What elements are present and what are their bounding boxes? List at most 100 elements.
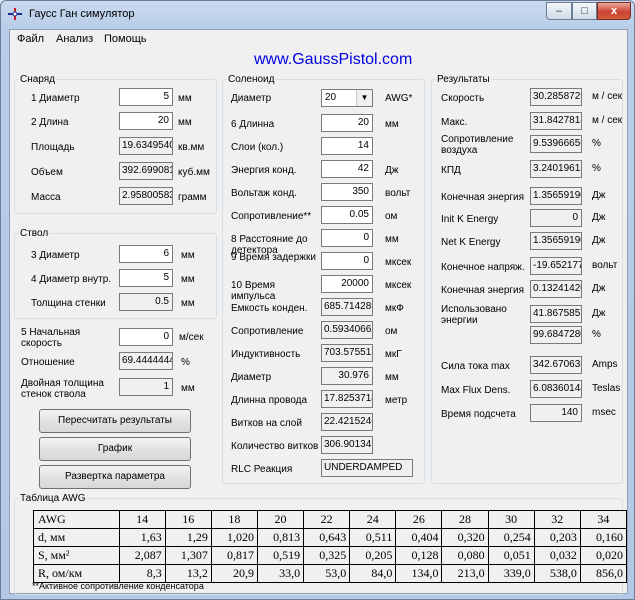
result-value: 31.8427818 <box>530 112 582 130</box>
projectile-area-value: 19.6349540 <box>119 137 173 155</box>
awg-cell: 0,519 <box>256 546 305 565</box>
solenoid-value: 703.575513 <box>321 344 373 362</box>
solenoid-label: Вольтаж конд. <box>231 188 297 199</box>
solenoid-input[interactable]: 0 <box>321 229 373 247</box>
unit-label: вольт <box>385 188 411 199</box>
close-button[interactable]: x <box>597 2 631 20</box>
barrel-label: 4 Диаметр внутр. <box>31 274 112 285</box>
solenoid-input[interactable]: 0.05 <box>321 206 373 224</box>
solenoid-value: UNDERDAMPED <box>321 459 413 477</box>
unit-label: msec <box>592 407 616 418</box>
awg-cell: 20,9 <box>210 564 258 583</box>
solenoid-input[interactable]: 0 <box>321 252 373 270</box>
solenoid-label: Витков на слой <box>231 418 302 429</box>
solenoid-value: 30.976 <box>321 367 373 385</box>
solenoid-value: 685.714285 <box>321 298 373 316</box>
window-title: Гаусс Ган симулятор <box>29 8 135 20</box>
unit-label: мм <box>178 117 192 128</box>
awg-cell: 0,020 <box>579 546 628 565</box>
result-value: 0.13241420 <box>530 280 582 298</box>
unit-label: Дж <box>592 283 606 294</box>
menu-file[interactable]: Файл <box>17 33 44 45</box>
result-label: Max Flux Dens. <box>441 385 511 396</box>
result-value: -19.652177 <box>530 257 582 275</box>
awg-select[interactable]: 20 ▼ <box>321 89 373 107</box>
unit-label: мм <box>178 93 192 104</box>
solenoid-value: 22.4215246 <box>321 413 373 431</box>
ratio-label: Отношение <box>21 357 75 368</box>
solenoid-input[interactable]: 14 <box>321 137 373 155</box>
projectile-length-input[interactable]: 20 <box>119 112 173 130</box>
unit-label: мксек <box>385 280 412 291</box>
sweep-parameter-button[interactable]: Развертка параметра <box>39 465 191 489</box>
unit-label: м/сек <box>179 332 204 343</box>
unit-label: Дж <box>592 190 606 201</box>
awg-cell: 16 <box>164 510 212 529</box>
solenoid-label: Слои (кол.) <box>231 142 284 153</box>
awg-cell: 0,404 <box>395 528 443 547</box>
unit-label: мксек <box>385 257 412 268</box>
result-label: Использовано энергии <box>441 304 507 326</box>
projectile-diameter-input[interactable]: 5 <box>119 88 173 106</box>
solenoid-label: Сопротивление <box>231 326 304 337</box>
unit-label: ом <box>385 326 398 337</box>
projectile-legend: Снаряд <box>20 74 56 85</box>
menu-analysis[interactable]: Анализ <box>56 33 93 45</box>
solenoid-input[interactable]: 20 <box>321 114 373 132</box>
awg-cell: 0,325 <box>303 546 351 565</box>
unit-label: кв.мм <box>178 142 205 153</box>
maximize-button[interactable]: □ <box>572 2 597 20</box>
result-value: 140 <box>530 404 582 422</box>
result-value: 99.6847280 <box>530 326 582 344</box>
awg-cell: 0,254 <box>487 528 535 547</box>
awg-select-value: 20 <box>325 92 337 103</box>
awg-row-header: S, мм² <box>33 546 120 565</box>
solenoid-legend: Соленоид <box>228 74 275 85</box>
awg-cell: 26 <box>395 510 443 529</box>
solenoid-input[interactable]: 42 <box>321 160 373 178</box>
projectile-label: Площадь <box>31 142 75 153</box>
awg-cell: 84,0 <box>349 564 397 583</box>
projectile-label: Масса <box>31 192 61 203</box>
unit-label: Дж <box>592 308 606 319</box>
unit-label: куб.мм <box>178 167 210 178</box>
unit-label: Дж <box>385 165 399 176</box>
unit-label: AWG* <box>385 93 413 104</box>
footnote: **Активное сопротивление конденсатора <box>32 581 204 591</box>
results-legend: Результаты <box>437 74 490 85</box>
barrel-diameter-input[interactable]: 6 <box>119 245 173 263</box>
menu-help[interactable]: Помощь <box>104 33 147 45</box>
awg-cell: 2,087 <box>118 546 166 565</box>
initial-speed-input[interactable]: 0 <box>119 328 173 346</box>
unit-label: мм <box>181 383 195 394</box>
graph-button[interactable]: График <box>39 437 191 461</box>
awg-cell: 53,0 <box>303 564 351 583</box>
result-label: Конечное напряж. <box>441 262 525 273</box>
awg-cell: 14 <box>118 510 166 529</box>
title-bar[interactable]: Гаусс Ган симулятор – □ x <box>1 1 634 29</box>
barrel-inner-diameter-input[interactable]: 5 <box>119 269 173 287</box>
awg-cell: 32 <box>533 510 581 529</box>
awg-cell: 134,0 <box>395 564 443 583</box>
result-label: Конечная энергия <box>441 192 525 203</box>
minimize-button[interactable]: – <box>546 2 572 20</box>
awg-cell: 538,0 <box>533 564 581 583</box>
solenoid-label: RLC Реакция <box>231 464 293 475</box>
unit-label: метр <box>385 395 408 406</box>
awg-cell: 22 <box>303 510 351 529</box>
website-link[interactable]: www.GaussPistol.com <box>254 51 412 69</box>
recalculate-button[interactable]: Пересчитать результаты <box>39 409 191 433</box>
initial-speed-label: 5 Начальная скорость <box>21 327 81 349</box>
result-label: Скорость <box>441 93 485 104</box>
solenoid-input[interactable]: 20000 <box>321 275 373 293</box>
awg-cell: 0,128 <box>395 546 443 565</box>
result-value: 6.08360144 <box>530 380 582 398</box>
awg-row-header: AWG <box>33 510 120 529</box>
solenoid-label: Диаметр <box>231 372 272 383</box>
solenoid-input[interactable]: 350 <box>321 183 373 201</box>
awg-cell: 13,2 <box>164 564 212 583</box>
awg-cell: 213,0 <box>441 564 489 583</box>
chevron-down-icon[interactable]: ▼ <box>356 90 372 106</box>
awg-cell: 0,817 <box>210 546 258 565</box>
projectile-label: 2 Длина <box>31 117 69 128</box>
